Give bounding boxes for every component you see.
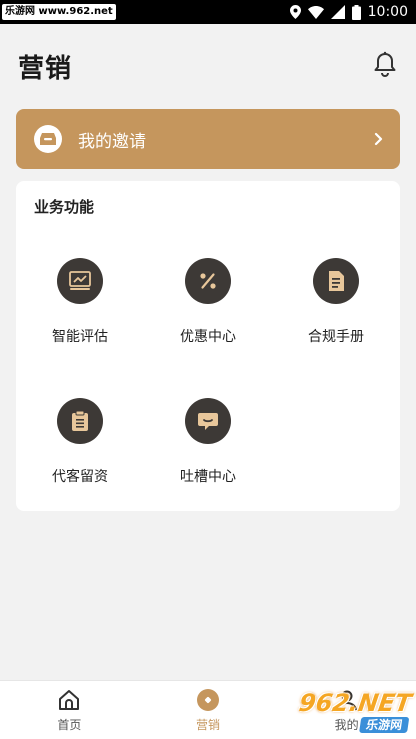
battery-icon bbox=[351, 4, 361, 20]
status-watermark: 乐游网 www.962.net bbox=[2, 4, 116, 20]
marketing-icon bbox=[196, 688, 220, 712]
function-customer-leads[interactable]: 代客留资 bbox=[16, 398, 144, 486]
function-label: 合规手册 bbox=[308, 329, 364, 345]
function-label: 优惠中心 bbox=[180, 329, 236, 345]
function-label: 智能评估 bbox=[52, 329, 108, 345]
function-smart-evaluation[interactable]: 智能评估 bbox=[16, 258, 144, 346]
watermark-brand: 962.NET bbox=[297, 689, 414, 717]
card-title: 业务功能 bbox=[34, 198, 95, 216]
site-watermark: 962.NET 乐游网 bbox=[273, 689, 414, 734]
chart-icon bbox=[57, 258, 103, 304]
my-invitation-banner[interactable]: 我的邀请 bbox=[16, 109, 400, 169]
nav-item-home[interactable]: 首页 bbox=[0, 681, 139, 739]
signal-icon bbox=[330, 5, 345, 19]
bell-icon bbox=[373, 51, 397, 81]
percent-icon bbox=[185, 258, 231, 304]
function-label: 代客留资 bbox=[52, 469, 108, 485]
nav-item-marketing[interactable]: 营销 bbox=[139, 681, 278, 739]
clipboard-icon bbox=[57, 398, 103, 444]
invite-label: 我的邀请 bbox=[78, 131, 146, 152]
watermark-sub: 乐游网 bbox=[359, 717, 410, 733]
business-functions-card: 业务功能 智能评估 优惠中心 合规手册 代客留资 吐槽中心 bbox=[16, 181, 400, 511]
nav-label: 营销 bbox=[196, 717, 221, 732]
inbox-icon bbox=[34, 125, 62, 153]
status-time: 10:00 bbox=[367, 4, 408, 20]
page-title: 营销 bbox=[18, 53, 73, 84]
wifi-icon bbox=[307, 5, 324, 19]
function-discount-center[interactable]: 优惠中心 bbox=[144, 258, 272, 346]
chevron-right-icon bbox=[374, 132, 384, 146]
function-label: 吐槽中心 bbox=[180, 469, 236, 485]
function-feedback-center[interactable]: 吐槽中心 bbox=[144, 398, 272, 486]
status-bar: 乐游网 www.962.net 10:00 bbox=[0, 0, 416, 24]
notification-button[interactable] bbox=[370, 51, 400, 81]
location-icon bbox=[289, 5, 301, 19]
document-icon bbox=[313, 258, 359, 304]
home-icon bbox=[58, 688, 80, 712]
page-header: 营销 bbox=[0, 24, 416, 108]
chat-icon bbox=[185, 398, 231, 444]
function-compliance-manual[interactable]: 合规手册 bbox=[272, 258, 400, 346]
nav-label: 首页 bbox=[57, 717, 82, 732]
